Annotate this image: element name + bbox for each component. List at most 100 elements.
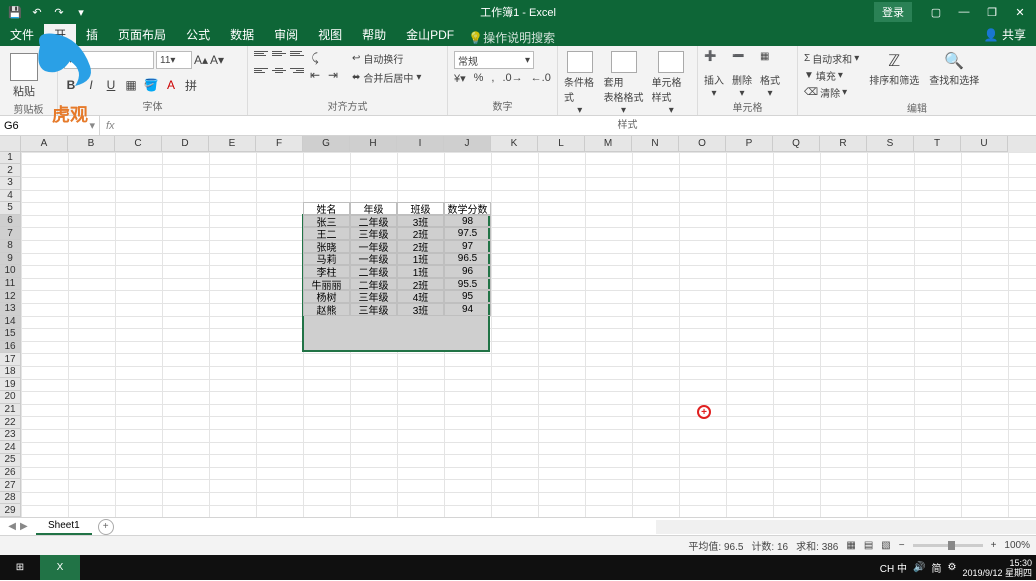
- row-header[interactable]: 23: [0, 429, 21, 442]
- zoom-in-button[interactable]: +: [991, 540, 997, 551]
- row-header[interactable]: 20: [0, 391, 21, 404]
- indent-decrease-icon[interactable]: ⇤: [308, 68, 322, 82]
- data-cell[interactable]: 96.5: [444, 253, 491, 266]
- data-cell[interactable]: 94: [444, 303, 491, 316]
- row-header[interactable]: 15: [0, 328, 21, 341]
- tab-view[interactable]: 视图: [308, 23, 352, 46]
- column-header[interactable]: P: [726, 136, 773, 152]
- align-middle-icon[interactable]: [272, 51, 286, 63]
- sheet-tab[interactable]: Sheet1: [36, 518, 92, 535]
- view-pagebreak-icon[interactable]: ▧: [881, 540, 890, 551]
- redo-icon[interactable]: ↷: [52, 5, 66, 19]
- row-header[interactable]: 3: [0, 177, 21, 190]
- tell-me-search[interactable]: 💡 操作说明搜索: [468, 29, 555, 46]
- tab-review[interactable]: 审阅: [264, 23, 308, 46]
- tab-pdf[interactable]: 金山PDF: [396, 23, 464, 46]
- row-header[interactable]: 6: [0, 215, 21, 228]
- column-header[interactable]: R: [820, 136, 867, 152]
- wrap-text-button[interactable]: ↩自动换行: [352, 51, 421, 66]
- excel-taskbar-icon[interactable]: X: [40, 555, 80, 580]
- row-header[interactable]: 22: [0, 416, 21, 429]
- column-header[interactable]: C: [115, 136, 162, 152]
- bold-button[interactable]: B: [64, 78, 78, 92]
- row-header[interactable]: 8: [0, 240, 21, 253]
- data-cell[interactable]: 98: [444, 215, 491, 228]
- data-cell[interactable]: 赵熊: [303, 303, 350, 316]
- column-header[interactable]: A: [21, 136, 68, 152]
- accounting-format-icon[interactable]: ¥▾: [454, 72, 466, 85]
- percent-format-icon[interactable]: %: [474, 72, 484, 85]
- row-header[interactable]: 17: [0, 353, 21, 366]
- row-header[interactable]: 5: [0, 202, 21, 215]
- data-cell[interactable]: 三年级: [350, 303, 397, 316]
- increase-font-icon[interactable]: A▴: [194, 53, 208, 67]
- underline-button[interactable]: U: [104, 78, 118, 92]
- row-header[interactable]: 26: [0, 467, 21, 480]
- save-icon[interactable]: 💾: [8, 5, 22, 19]
- font-color-button[interactable]: A: [164, 78, 178, 92]
- settings-tray-icon[interactable]: ⚙: [947, 562, 956, 573]
- orientation-button[interactable]: ⤹: [308, 51, 322, 65]
- tab-layout[interactable]: 页面布局: [108, 23, 176, 46]
- font-size-combo[interactable]: 11▾: [156, 51, 192, 69]
- row-header[interactable]: 29: [0, 504, 21, 517]
- column-header[interactable]: F: [256, 136, 303, 152]
- align-top-icon[interactable]: [254, 51, 268, 63]
- next-sheet-icon[interactable]: ▶: [20, 521, 28, 532]
- conditional-format-button[interactable]: 条件格式▾: [564, 51, 596, 116]
- column-header[interactable]: I: [397, 136, 444, 152]
- row-header[interactable]: 11: [0, 278, 21, 291]
- fill-color-button[interactable]: 🪣: [144, 78, 158, 92]
- column-header[interactable]: L: [538, 136, 585, 152]
- share-button[interactable]: 👤 共享: [974, 23, 1036, 46]
- cell-styles-button[interactable]: 单元格样式▾: [652, 51, 691, 116]
- autosum-button[interactable]: Σ自动求和▾: [804, 51, 859, 66]
- align-center-icon[interactable]: [272, 68, 286, 80]
- column-header[interactable]: Q: [773, 136, 820, 152]
- column-header[interactable]: T: [914, 136, 961, 152]
- add-sheet-button[interactable]: +: [98, 519, 114, 535]
- row-header[interactable]: 9: [0, 253, 21, 266]
- row-header[interactable]: 18: [0, 366, 21, 379]
- select-all-corner[interactable]: [0, 136, 21, 152]
- tab-formulas[interactable]: 公式: [176, 23, 220, 46]
- number-format-combo[interactable]: 常规▾: [454, 51, 534, 69]
- fill-button[interactable]: ▼填充▾: [804, 68, 859, 83]
- minimize-icon[interactable]: —: [952, 2, 976, 22]
- row-header[interactable]: 27: [0, 479, 21, 492]
- font-name-combo[interactable]: ▾: [64, 51, 154, 69]
- indent-increase-icon[interactable]: ⇥: [326, 68, 340, 82]
- data-cell[interactable]: 96: [444, 265, 491, 278]
- tray-icons[interactable]: 🔊: [913, 562, 925, 573]
- system-clock[interactable]: 15:302019/9/12 星期四: [962, 558, 1032, 578]
- find-select-button[interactable]: 🔍查找和选择: [929, 51, 979, 87]
- align-right-icon[interactable]: [290, 68, 304, 80]
- comma-format-icon[interactable]: ,: [491, 72, 494, 85]
- undo-icon[interactable]: ↶: [30, 5, 44, 19]
- data-cell[interactable]: 95.5: [444, 278, 491, 291]
- column-header[interactable]: N: [632, 136, 679, 152]
- horizontal-scrollbar[interactable]: [656, 520, 1036, 534]
- format-as-table-button[interactable]: 套用 表格格式▾: [604, 51, 644, 116]
- row-header[interactable]: 7: [0, 227, 21, 240]
- sort-filter-button[interactable]: ℤ排序和筛选: [869, 51, 919, 87]
- maximize-icon[interactable]: ❐: [980, 2, 1004, 22]
- insert-cells-button[interactable]: ➕插入▾: [704, 51, 724, 99]
- column-header[interactable]: E: [209, 136, 256, 152]
- qat-more-icon[interactable]: ▾: [74, 5, 88, 19]
- decrease-decimal-icon[interactable]: ←.0: [531, 72, 551, 85]
- data-cell[interactable]: 97: [444, 240, 491, 253]
- data-cell[interactable]: 97.5: [444, 227, 491, 240]
- column-header[interactable]: S: [867, 136, 914, 152]
- column-header[interactable]: B: [68, 136, 115, 152]
- ime-indicator[interactable]: CH 中: [880, 560, 907, 575]
- paste-button[interactable]: 粘贴: [6, 51, 42, 101]
- clear-button[interactable]: ⌫清除▾: [804, 85, 859, 100]
- login-button[interactable]: 登录: [874, 2, 912, 22]
- row-header[interactable]: 16: [0, 341, 21, 354]
- align-left-icon[interactable]: [254, 68, 268, 80]
- row-header[interactable]: 14: [0, 316, 21, 329]
- row-header[interactable]: 10: [0, 265, 21, 278]
- row-header[interactable]: 2: [0, 164, 21, 177]
- row-header[interactable]: 12: [0, 290, 21, 303]
